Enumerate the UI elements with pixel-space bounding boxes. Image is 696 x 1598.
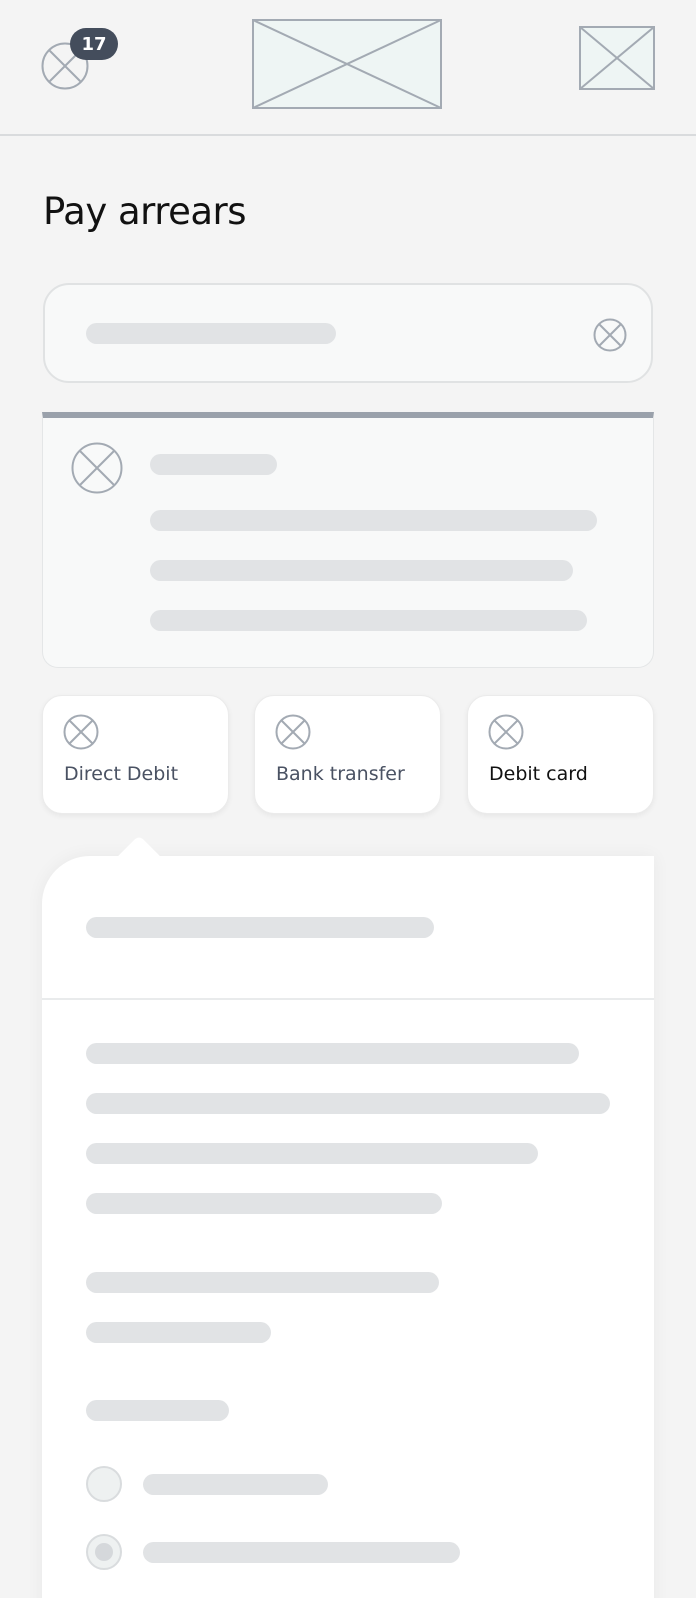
info-panel [42, 412, 654, 668]
bank-transfer-placeholder-icon [275, 714, 311, 750]
payment-method-label: Direct Debit [64, 763, 179, 785]
debit-card-placeholder-icon [488, 714, 524, 750]
panel-line-skeleton [86, 1322, 271, 1343]
info-placeholder-icon [71, 442, 123, 494]
clear-placeholder-icon[interactable] [593, 318, 627, 352]
payment-method-debit-card[interactable]: Debit card [467, 695, 654, 814]
panel-line-skeleton [86, 1272, 439, 1293]
panel-heading-skeleton [86, 917, 434, 938]
payment-method-label: Debit card [489, 763, 588, 785]
info-line-skeleton [150, 560, 573, 581]
option-radio-selected[interactable] [86, 1534, 122, 1570]
option-radio[interactable] [86, 1466, 122, 1502]
payment-method-label: Bank transfer [276, 763, 405, 785]
payment-method-direct-debit[interactable]: Direct Debit [42, 695, 229, 814]
panel-line-skeleton [86, 1043, 579, 1064]
notification-badge: 17 [70, 28, 118, 60]
payment-details-panel [42, 856, 654, 1598]
panel-divider [42, 998, 654, 1000]
page-title: Pay arrears [43, 190, 247, 233]
info-line-skeleton [150, 510, 597, 531]
option-label-skeleton [143, 1474, 328, 1495]
option-label-skeleton [143, 1542, 460, 1563]
page-root: 17 Pay arrears Direct Debit Bank transfe… [0, 0, 696, 1598]
panel-line-skeleton [86, 1143, 538, 1164]
info-heading-skeleton [150, 454, 277, 475]
option-group-label-skeleton [86, 1400, 229, 1421]
search-input[interactable] [43, 283, 653, 383]
search-placeholder-skeleton [86, 323, 336, 344]
direct-debit-placeholder-icon [63, 714, 99, 750]
app-header: 17 [0, 0, 696, 136]
info-line-skeleton [150, 610, 587, 631]
payment-method-bank-transfer[interactable]: Bank transfer [254, 695, 441, 814]
panel-line-skeleton [86, 1193, 442, 1214]
account-image-placeholder[interactable] [579, 26, 655, 90]
panel-line-skeleton [86, 1093, 610, 1114]
logo-image-placeholder[interactable] [252, 19, 442, 109]
